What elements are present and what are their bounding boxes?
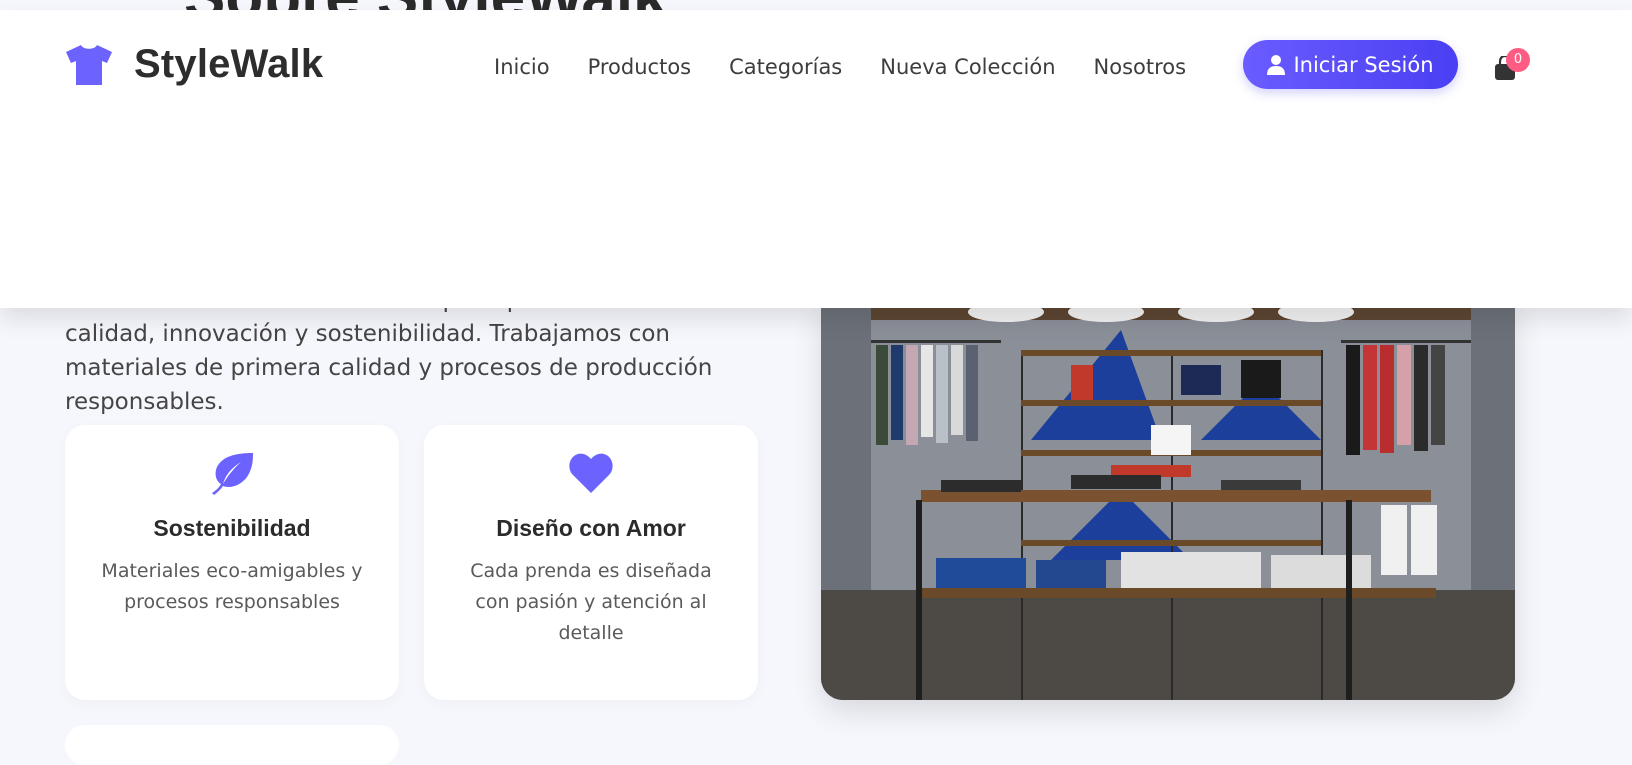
store-interior-image [821, 290, 1515, 700]
user-icon [1267, 54, 1286, 75]
feature-title: Sostenibilidad [153, 515, 311, 541]
tshirt-icon [66, 44, 112, 85]
site-header: StyleWalk Inicio Productos Categorías Nu… [0, 10, 1632, 308]
feature-card-design: Diseño con Amor Cada prenda es diseñada … [424, 425, 758, 700]
feature-card-partial [65, 725, 399, 765]
nav-link-categorias[interactable]: Categorías [729, 52, 842, 82]
heart-icon [569, 453, 613, 493]
cart-count-badge: 0 [1506, 48, 1530, 72]
brand-name: StyleWalk [134, 42, 324, 86]
main-nav: Inicio Productos Categorías Nueva Colecc… [494, 52, 1224, 82]
nav-link-nosotros[interactable]: Nosotros [1094, 52, 1187, 82]
feature-title: Diseño con Amor [496, 515, 686, 541]
feature-card-sustainability: Sostenibilidad Materiales eco-amigables … [65, 425, 399, 700]
cart-button[interactable]: 0 [1494, 48, 1530, 82]
login-label: Iniciar Sesión [1293, 52, 1434, 77]
feature-text: Cada prenda es diseñada con pasión y ate… [470, 560, 712, 644]
leaf-icon [212, 453, 253, 495]
nav-link-inicio[interactable]: Inicio [494, 52, 550, 82]
login-button[interactable]: Iniciar Sesión [1243, 40, 1458, 89]
nav-link-productos[interactable]: Productos [588, 52, 692, 82]
nav-link-nueva-coleccion[interactable]: Nueva Colección [880, 52, 1055, 82]
feature-text: Materiales eco-amigables y procesos resp… [101, 560, 363, 613]
brand-logo[interactable]: StyleWalk [64, 42, 323, 87]
